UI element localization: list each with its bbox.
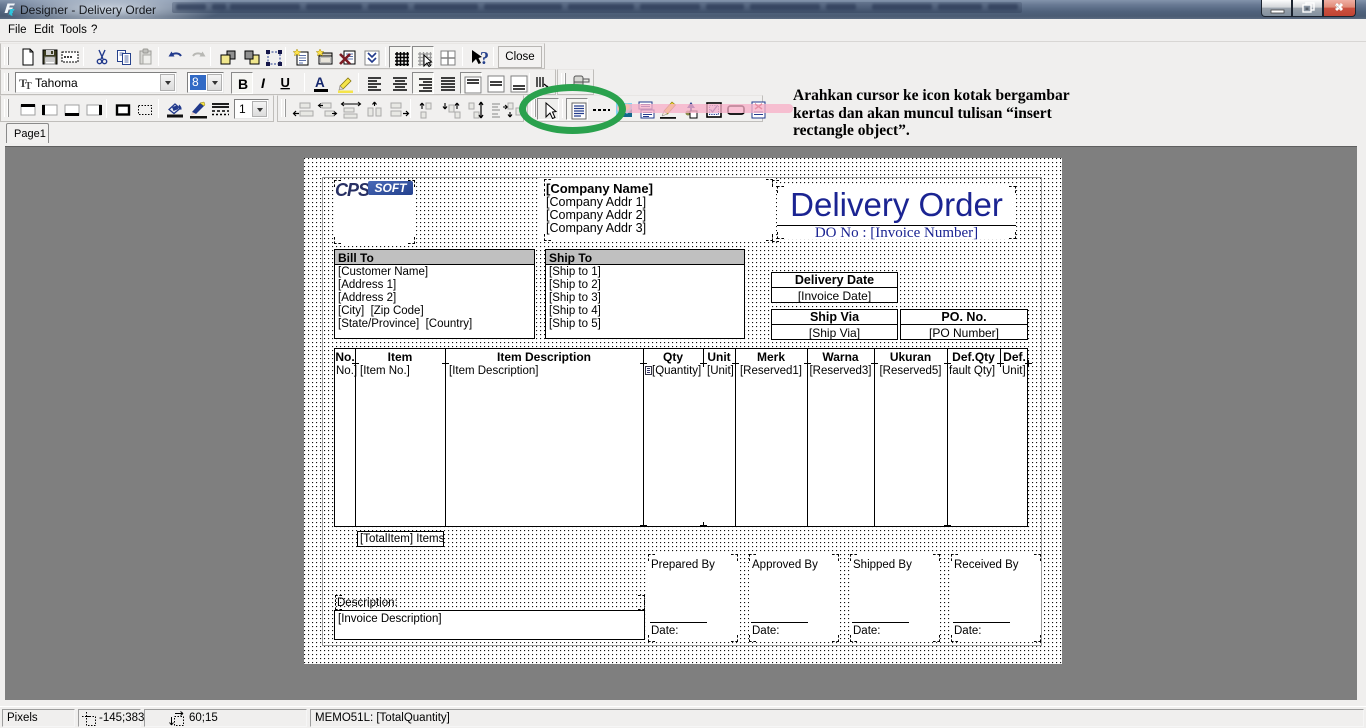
svg-text:?: ? — [480, 48, 489, 68]
svg-text:A: A — [315, 75, 325, 90]
svg-text:I: I — [261, 75, 266, 91]
svg-text:B: B — [238, 76, 248, 92]
svg-text:U: U — [281, 75, 290, 90]
svg-text:T: T — [25, 81, 32, 90]
